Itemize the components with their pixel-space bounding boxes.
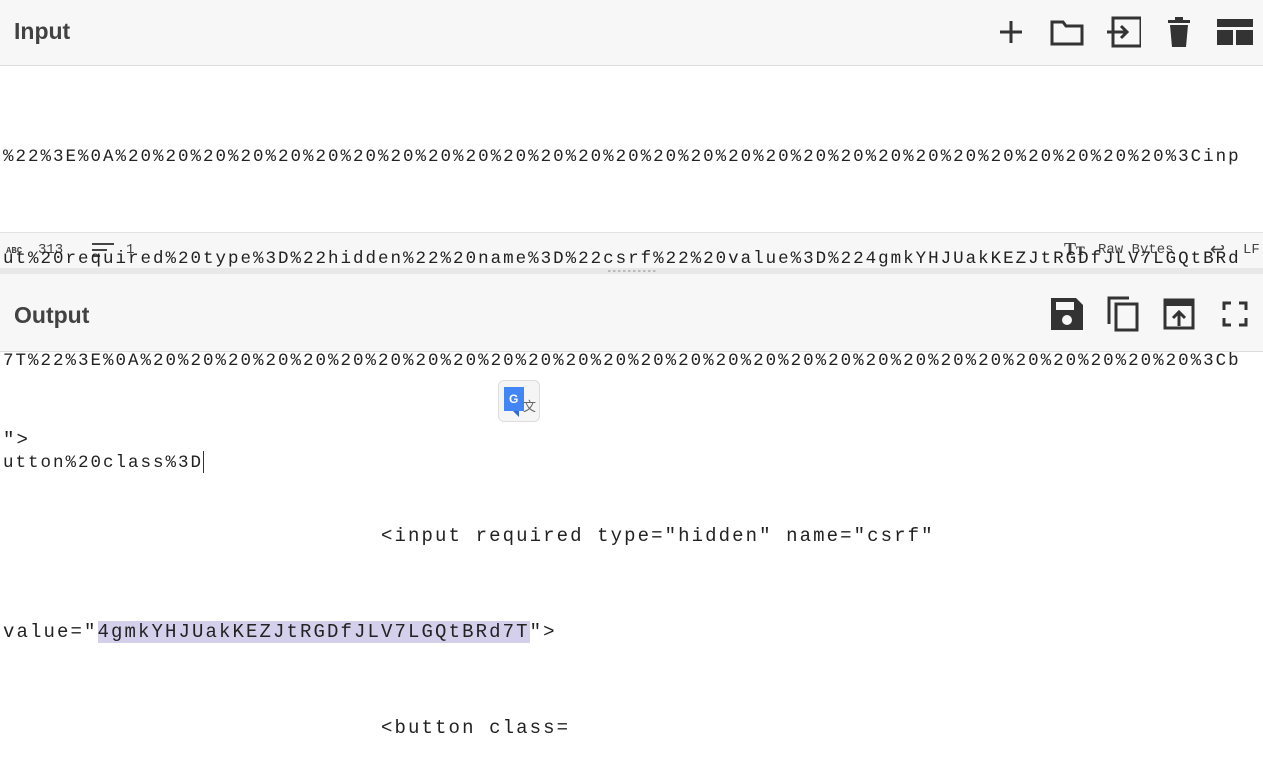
input-line: %22%3E%0A%20%20%20%20%20%20%20%20%20%20%… [3, 147, 1241, 167]
text-caret [203, 451, 205, 474]
trash-icon[interactable] [1161, 14, 1197, 50]
plus-icon[interactable] [993, 14, 1029, 50]
input-header: Input [0, 0, 1263, 66]
layout-icon[interactable] [1217, 14, 1253, 50]
input-line: ut%20required%20type%3D%22hidden%22%20na… [3, 249, 1241, 269]
import-icon[interactable] [1105, 14, 1141, 50]
folder-icon[interactable] [1049, 14, 1085, 50]
output-line: <input required type="hidden" name="csrf… [3, 525, 935, 547]
output-line: value=" [3, 621, 98, 643]
output-line: <button class= [3, 717, 571, 739]
input-title: Input [14, 18, 71, 44]
selected-text[interactable]: 4gmkYHJUakKEZJtRGDfJLV7LGQtBRd7T [97, 621, 530, 643]
eol-button[interactable]: LF [1243, 242, 1260, 258]
output-line: "> [529, 621, 557, 643]
input-textarea[interactable]: %22%3E%0A%20%20%20%20%20%20%20%20%20%20%… [3, 72, 1241, 514]
input-line: utton%20class%3D [3, 453, 204, 473]
input-line: 7T%22%3E%0A%20%20%20%20%20%20%20%20%20%2… [3, 351, 1241, 371]
